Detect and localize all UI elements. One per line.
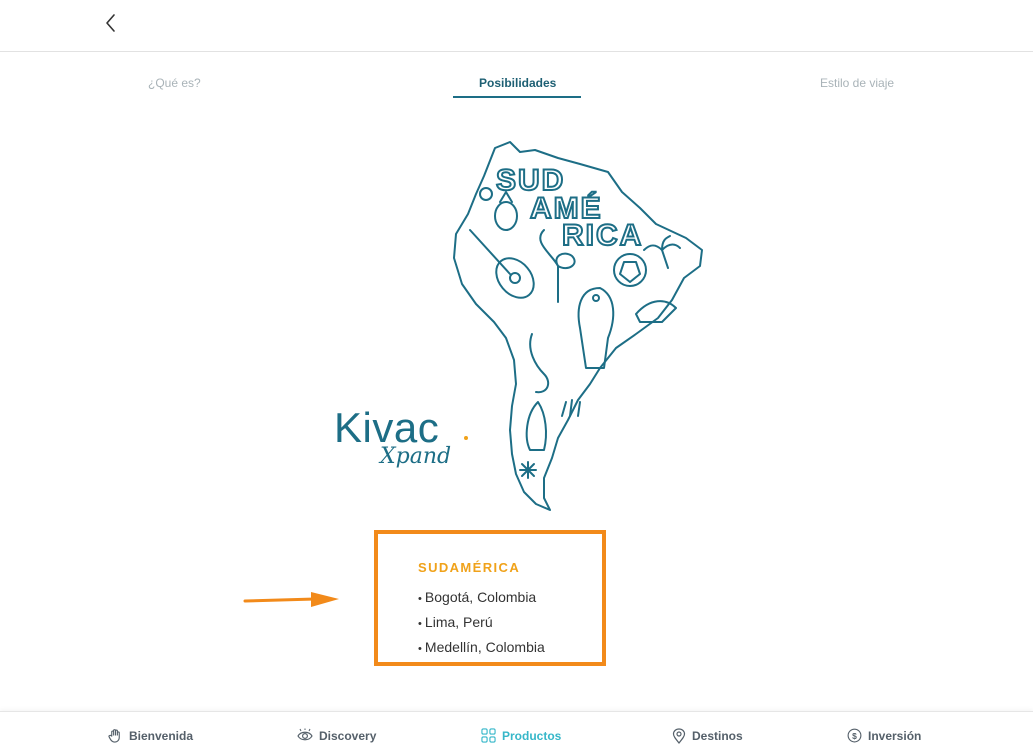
map-text-rica: RICA bbox=[562, 219, 643, 252]
top-bar bbox=[0, 0, 1033, 52]
svg-text:$: $ bbox=[852, 731, 857, 741]
kivac-xpand-logo: Kivac Xpand bbox=[334, 404, 474, 480]
logo-sub-text: Xpand bbox=[380, 444, 452, 469]
tab-estilo-de-viaje[interactable]: Estilo de viaje bbox=[820, 76, 894, 90]
destination-item: Bogotá, Colombia bbox=[418, 586, 545, 611]
bottom-navigation: Bienvenida Discovery Productos Destinos bbox=[0, 711, 1033, 755]
tab-bar: ¿Qué es? Posibilidades Estilo de viaje bbox=[0, 52, 1033, 102]
location-pin-icon bbox=[672, 728, 686, 744]
destination-list: Bogotá, Colombia Lima, Perú Medellín, Co… bbox=[418, 586, 545, 661]
nav-label: Productos bbox=[502, 728, 562, 743]
nav-productos[interactable]: Productos bbox=[481, 728, 561, 743]
destination-item: Lima, Perú bbox=[418, 611, 545, 636]
destinations-box: SUDAMÉRICA Bogotá, Colombia Lima, Perú M… bbox=[374, 530, 606, 666]
chevron-left-icon bbox=[106, 14, 115, 32]
logo-dot bbox=[464, 436, 468, 440]
nav-label: Bienvenida bbox=[129, 728, 194, 743]
destination-item: Medellín, Colombia bbox=[418, 636, 545, 661]
nav-label: Inversión bbox=[868, 728, 922, 743]
nav-inversion[interactable]: $ Inversión bbox=[847, 728, 921, 743]
south-america-illustration: SUD AMÉ RICA bbox=[440, 138, 720, 516]
tab-posibilidades[interactable]: Posibilidades bbox=[479, 76, 556, 90]
hand-wave-icon bbox=[108, 729, 120, 743]
region-title: SUDAMÉRICA bbox=[418, 560, 521, 575]
nav-bienvenida[interactable]: Bienvenida bbox=[108, 728, 193, 743]
nav-label: Destinos bbox=[692, 729, 743, 743]
nav-label: Discovery bbox=[319, 728, 377, 743]
active-tab-indicator bbox=[453, 96, 581, 98]
nav-discovery[interactable]: Discovery bbox=[297, 728, 376, 743]
back-button[interactable] bbox=[98, 10, 124, 36]
grid-icon bbox=[481, 728, 496, 743]
arrow-right-icon bbox=[243, 592, 339, 607]
eye-icon bbox=[297, 728, 313, 741]
dollar-coin-icon: $ bbox=[847, 728, 862, 743]
tab-que-es[interactable]: ¿Qué es? bbox=[148, 76, 201, 90]
nav-destinos[interactable]: Destinos bbox=[672, 728, 743, 744]
